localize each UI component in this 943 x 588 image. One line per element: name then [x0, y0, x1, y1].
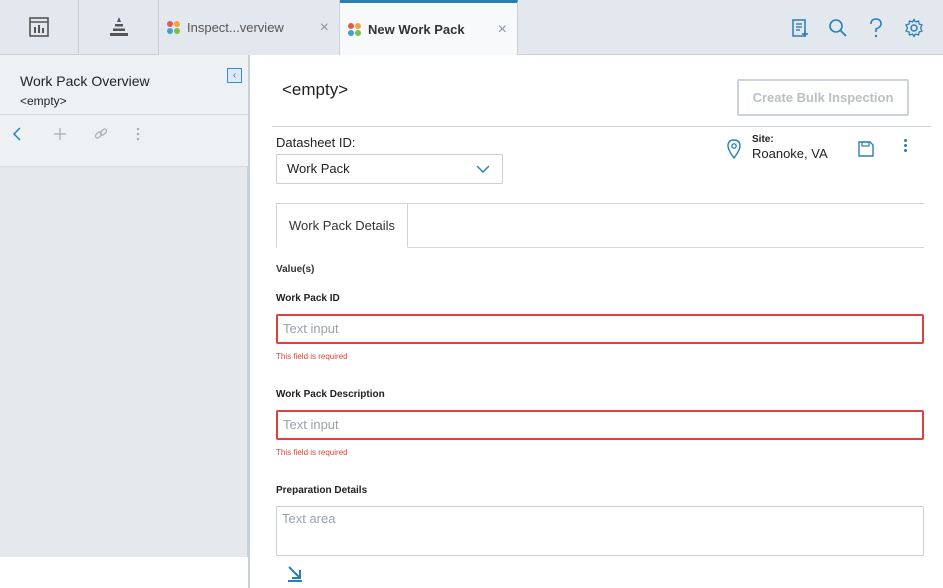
chevron-down-icon [476, 165, 490, 173]
checklist-add-icon [792, 18, 808, 37]
tab-label: Inspect...verview [187, 20, 284, 35]
page-title: <empty> [282, 80, 349, 99]
help-icon [870, 17, 882, 37]
main-content: <empty> Create Bulk Inspection Datasheet… [252, 55, 943, 588]
dashboard-icon [29, 17, 49, 37]
datasheet-label: Datasheet ID: [276, 135, 356, 150]
search-icon [829, 18, 847, 37]
save-icon[interactable] [858, 141, 874, 157]
inspection-app-icon [348, 22, 361, 36]
left-panel-title: Work Pack Overview [20, 73, 150, 89]
datasheet-value: Work Pack [287, 161, 350, 176]
site-value: Roanoke, VA [752, 146, 828, 161]
left-panel-toolbar [0, 115, 248, 167]
work-pack-id-label: Work Pack ID [276, 293, 340, 304]
more-button[interactable] [135, 127, 176, 146]
site-label: Site: [752, 134, 774, 145]
expand-icon[interactable] [286, 564, 304, 582]
top-tab-bar: Inspect...verview × New Work Pack × [0, 0, 943, 56]
preparation-details-label: Preparation Details [276, 485, 368, 496]
work-pack-id-input[interactable]: Text input [276, 314, 924, 344]
collapse-panel-button[interactable]: ‹ [227, 68, 242, 83]
work-pack-description-label: Work Pack Description [276, 389, 385, 400]
global-toolbar [781, 0, 933, 55]
work-pack-description-input[interactable]: Text input [276, 410, 924, 440]
divider [272, 126, 931, 127]
pyramid-button[interactable] [79, 0, 159, 54]
pyramid-icon [109, 17, 128, 36]
preparation-details-textarea[interactable]: Text area [276, 506, 924, 556]
add-icon [54, 128, 66, 140]
more-icon [136, 127, 140, 141]
datasheet-select[interactable]: Work Pack [276, 154, 503, 184]
settings-icon [905, 17, 923, 38]
close-icon[interactable]: × [498, 21, 507, 39]
tab-inspection-overview[interactable]: Inspect...verview × [159, 0, 340, 55]
more-options-icon[interactable] [902, 139, 910, 154]
add-button[interactable] [53, 127, 94, 146]
work-pack-id-error: This field is required [276, 352, 348, 361]
values-label: Value(s) [276, 264, 315, 275]
create-bulk-inspection-button[interactable]: Create Bulk Inspection [737, 79, 909, 116]
detail-tabs: Work Pack Details [276, 203, 924, 248]
settings-button[interactable] [895, 0, 933, 55]
work-pack-description-error: This field is required [276, 448, 348, 457]
link-icon [94, 128, 108, 139]
inspection-app-icon [167, 20, 180, 34]
left-panel-subtitle: <empty> [20, 94, 67, 108]
tab-work-pack-details[interactable]: Work Pack Details [276, 203, 408, 248]
search-button[interactable] [819, 0, 857, 55]
tab-label: New Work Pack [368, 22, 465, 37]
left-panel-list [0, 167, 248, 557]
back-button[interactable] [12, 127, 53, 146]
checklist-add-button[interactable] [781, 0, 819, 55]
tab-new-work-pack[interactable]: New Work Pack × [340, 0, 518, 56]
link-button[interactable] [94, 127, 135, 146]
left-panel-header: Work Pack Overview <empty> ‹ [0, 55, 248, 115]
left-panel: Work Pack Overview <empty> ‹ [0, 55, 250, 588]
dashboard-button[interactable] [0, 0, 79, 54]
help-button[interactable] [857, 0, 895, 55]
close-icon[interactable]: × [320, 19, 329, 37]
back-icon [12, 127, 21, 141]
location-pin-icon [727, 139, 741, 159]
